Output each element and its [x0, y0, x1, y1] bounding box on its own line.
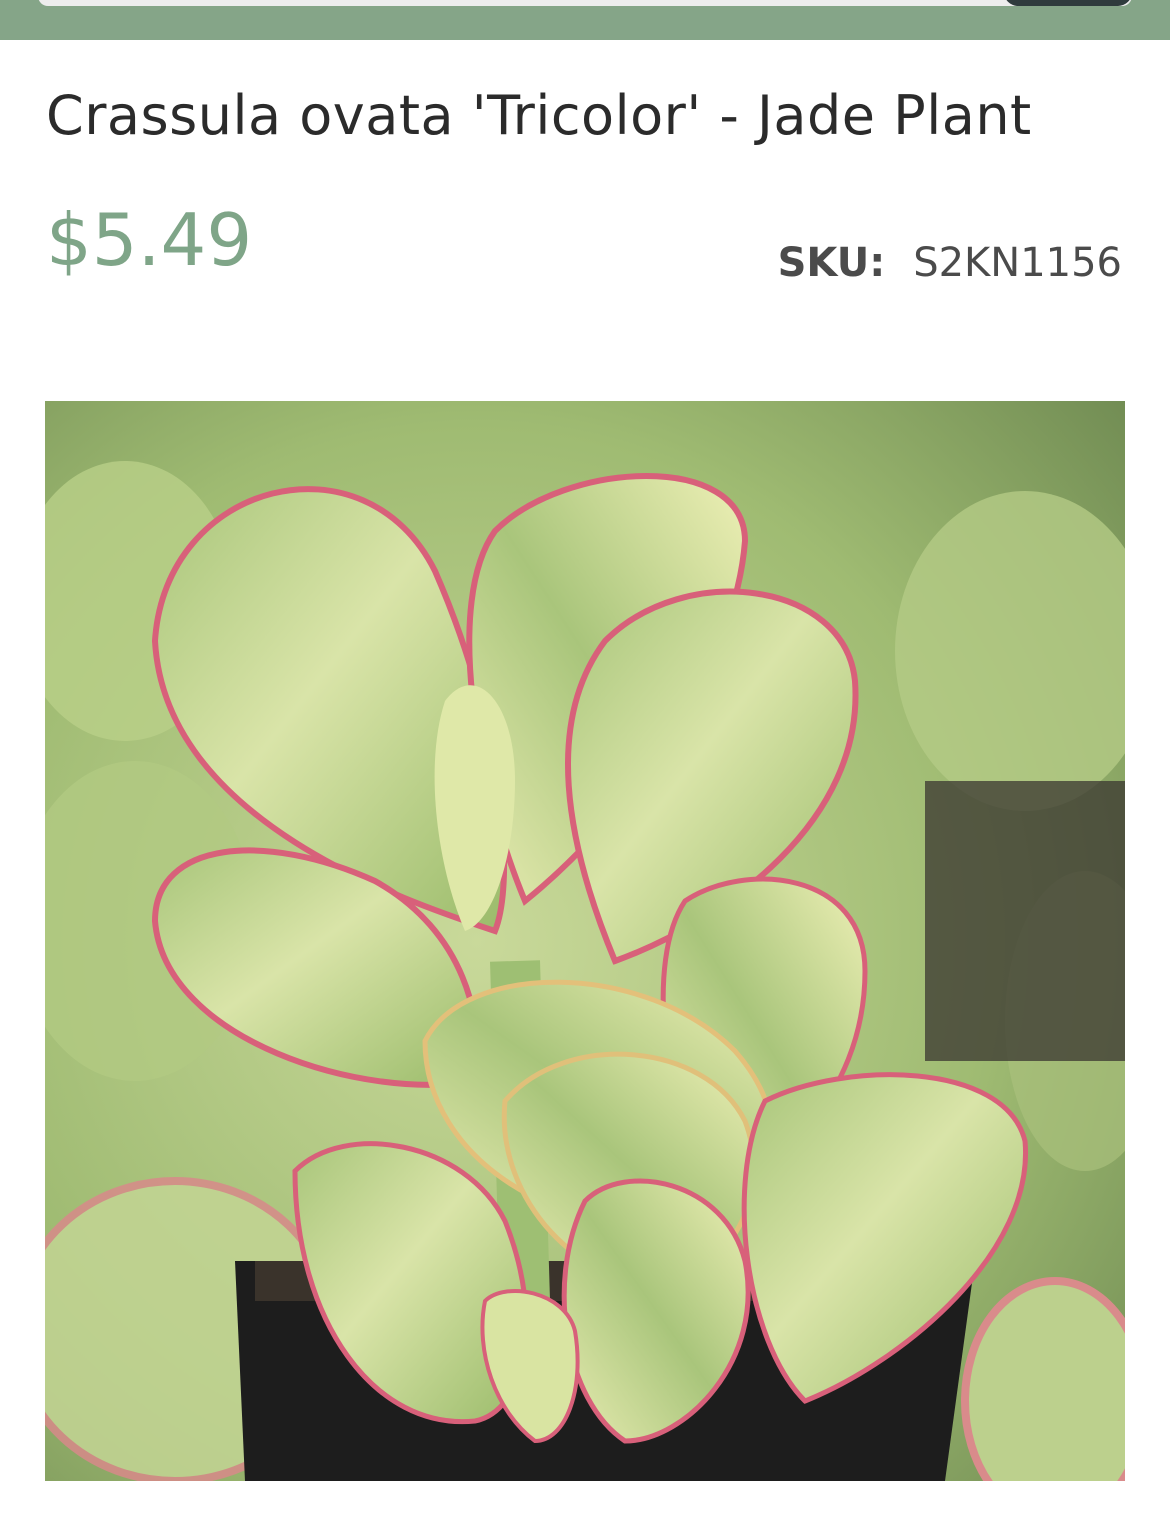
search-button[interactable]: [1004, 0, 1132, 6]
product-title: Crassula ovata 'Tricolor' - Jade Plant: [46, 84, 1032, 147]
product-sku: SKU: S2KN1156: [778, 240, 1122, 286]
plant-photo: [45, 401, 1125, 1481]
product-price: $5.49: [46, 198, 253, 282]
sku-value: S2KN1156: [913, 240, 1122, 286]
search-input[interactable]: [38, 0, 1132, 6]
sku-label: SKU:: [777, 240, 886, 286]
header-bar: [0, 0, 1170, 40]
product-image[interactable]: [45, 401, 1125, 1481]
